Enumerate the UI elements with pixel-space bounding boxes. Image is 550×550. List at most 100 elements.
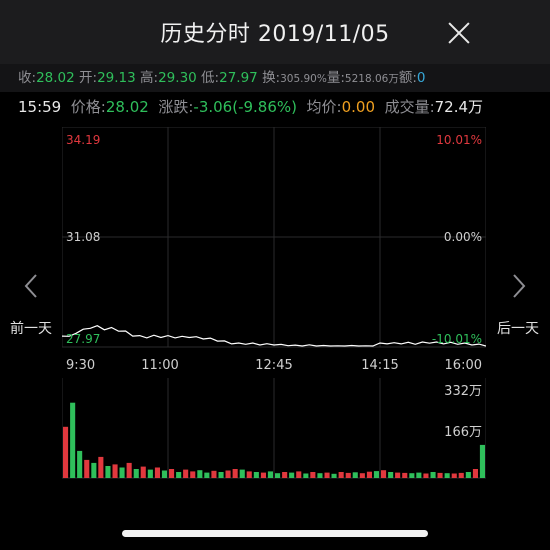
high-value: 29.30 (158, 70, 197, 86)
turnover-value: 305.90% (280, 73, 327, 85)
volume-label: 量: (326, 70, 345, 86)
avg-value: 0.00 (341, 98, 376, 116)
volume-bar (409, 473, 415, 478)
price-label: 价格: (70, 98, 106, 116)
next-day-chevron-right-icon[interactable] (512, 273, 526, 299)
volume-bar (289, 472, 295, 478)
volume-bar (260, 472, 266, 478)
volume-bar (296, 471, 302, 478)
volume-bar (437, 472, 443, 478)
change-label: 涨跌: (158, 98, 194, 116)
vol-label: 成交量: (384, 98, 435, 116)
volume-bar (373, 471, 379, 478)
volume-bar (282, 472, 288, 478)
volume-bar (267, 471, 273, 478)
volume-bar (310, 472, 316, 478)
prev-day-button[interactable]: 前一天 (10, 318, 52, 338)
change-value: -3.06(-9.86%) (193, 98, 297, 116)
volume-bar (218, 472, 224, 478)
volume-bar (70, 402, 76, 478)
volume-bar (84, 459, 90, 478)
volume-bar (451, 473, 457, 478)
volume-bar (275, 473, 281, 478)
low-label: 低: (201, 70, 220, 86)
volume-bar (465, 472, 471, 478)
vol-value: 72.4万 (434, 98, 484, 116)
volume-bar (416, 472, 422, 478)
volume-bar (77, 450, 83, 478)
cursor-detail-bar: 15:59 价格:28.02 涨跌:-3.06(-9.86%) 均价:0.00 … (0, 92, 550, 122)
close-label: 收: (18, 70, 37, 86)
volume-value: 5218.06万 (344, 73, 399, 85)
close-icon[interactable] (444, 18, 474, 48)
time-axis-label: 14:15 (361, 358, 398, 373)
volume-bar (253, 472, 259, 478)
price-value: 28.02 (105, 98, 149, 116)
volume-bar (126, 462, 132, 478)
volume-bar (63, 426, 69, 478)
prev-day-chevron-left-icon[interactable] (24, 273, 38, 299)
volume-bar (112, 464, 118, 478)
amount-value: 0 (416, 70, 426, 86)
volume-bar (423, 473, 429, 478)
time-axis-label: 12:45 (255, 358, 292, 373)
intraday-price-chart[interactable]: 34.19 31.08 27.97 10.01% 0.00% -10.01% 9:30 11:… (62, 127, 486, 375)
volume-bar (239, 469, 245, 478)
volume-bar (133, 469, 139, 478)
volume-bar (472, 469, 478, 478)
volume-bar (345, 472, 351, 478)
volume-bar (430, 472, 436, 478)
intraday-volume-chart: 332万 166万 (62, 378, 486, 479)
price-min-label: 27.97 (66, 332, 100, 346)
home-indicator (122, 530, 428, 537)
pct-max-label: 10.01% (436, 133, 482, 147)
volume-bar (317, 473, 323, 478)
volume-bar (338, 472, 344, 478)
volume-bar (366, 471, 372, 478)
volume-bar (402, 472, 408, 478)
open-label: 开: (79, 70, 98, 86)
volume-bar (458, 472, 464, 478)
price-mid-label: 31.08 (66, 230, 100, 244)
volume-bar (161, 470, 167, 478)
volume-bar (183, 469, 189, 478)
close-value: 28.02 (36, 70, 75, 86)
volume-bar (303, 473, 309, 478)
volume-bar (479, 444, 485, 478)
day-summary-bar: 收:28.02 开:29.13 高:29.30 低:27.97 换:305.90… (0, 64, 550, 92)
volume-bar (232, 469, 238, 478)
volume-bar (119, 467, 125, 478)
price-max-label: 34.19 (66, 133, 100, 147)
amount-label: 额: (398, 70, 417, 86)
volume-bar (331, 473, 337, 478)
volume-mid-label: 166万 (444, 425, 482, 440)
dialog-header: 历史分时 2019/11/05 (0, 0, 550, 64)
time-axis-label: 9:30 (66, 358, 95, 373)
time-axis-label: 16:00 (445, 358, 482, 373)
pct-mid-label: 0.00% (444, 230, 482, 244)
volume-bar (352, 472, 358, 478)
volume-bar (169, 469, 175, 478)
volume-max-label: 332万 (444, 384, 482, 399)
volume-bar (190, 471, 196, 478)
volume-bar (381, 470, 387, 478)
low-value: 27.97 (219, 70, 258, 86)
volume-bar (211, 470, 217, 478)
pct-min-label: -10.01% (432, 332, 482, 346)
volume-bar (105, 466, 111, 478)
volume-bar (98, 456, 104, 478)
volume-bar (225, 470, 231, 478)
avg-label: 均价: (306, 98, 342, 116)
volume-bar (197, 470, 203, 478)
volume-bar (204, 472, 210, 478)
volume-bar (246, 471, 252, 478)
next-day-button[interactable]: 后一天 (497, 318, 539, 338)
volume-bar (359, 473, 365, 478)
volume-bar (324, 472, 330, 478)
detail-time: 15:59 (18, 98, 62, 116)
volume-bar (91, 462, 97, 478)
volume-bar (395, 472, 401, 478)
turnover-label: 换: (262, 70, 281, 86)
volume-bar (444, 473, 450, 478)
time-axis-label: 11:00 (141, 358, 178, 373)
